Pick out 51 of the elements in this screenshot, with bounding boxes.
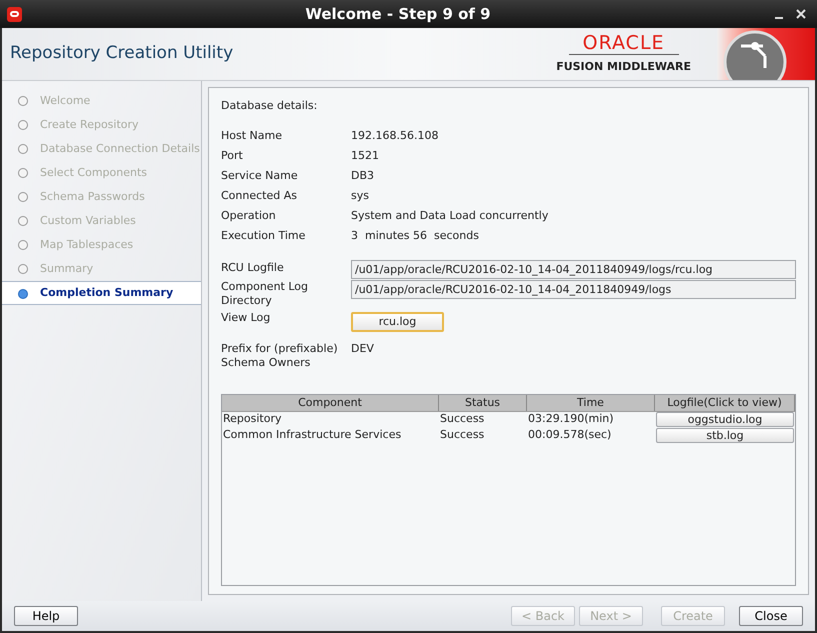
logfile-button[interactable]: stb.log	[656, 428, 794, 443]
field-label: RCU Logfile	[221, 260, 285, 276]
wizard-step[interactable]: Custom Variables	[2, 209, 201, 233]
detail-value: 192.168.56.108	[351, 128, 438, 144]
app-title: Repository Creation Utility	[9, 42, 234, 66]
table-cell-text: Repository	[222, 411, 282, 428]
close-icon[interactable]	[796, 9, 806, 19]
view-log-button[interactable]: rcu.log	[351, 312, 444, 332]
detail-label: Operation	[221, 208, 277, 224]
detail-label: Port	[221, 148, 244, 164]
detail-label: Service Name	[221, 168, 299, 184]
wizard-step[interactable]: Select Components	[2, 161, 201, 185]
table-cell-text: Common Infrastructure Services	[222, 427, 402, 444]
brand-subtitle: FUSION MIDDLEWARE	[556, 59, 691, 76]
section-heading: Database details:	[221, 98, 318, 114]
wizard-step[interactable]: Summary	[2, 257, 201, 281]
wizard-step[interactable]: Create Repository	[2, 113, 201, 137]
field-label: View Log	[221, 310, 272, 326]
table-cell-text: 03:29.190(min)	[527, 411, 615, 428]
field-label: Component Log Directory	[221, 280, 310, 308]
log-directory-field[interactable]: /u01/app/oracle/RCU2016-02-10_14-04_2011840949/logs	[351, 280, 796, 298]
window-title: Welcome - Step 9 of 9	[304, 4, 492, 25]
detail-label: Connected As	[221, 188, 298, 204]
wizard-emblem-icon	[723, 28, 787, 80]
table-cell-text: 00:09.578(sec)	[527, 427, 612, 444]
wizard-step[interactable]: Map Tablespaces	[2, 233, 201, 257]
field-label: Prefix for (prefixable) Schema Owners	[221, 342, 339, 370]
detail-value: 1521	[351, 148, 379, 164]
detail-label: Host Name	[221, 128, 283, 144]
wizard-step[interactable]: Completion Summary	[2, 281, 201, 305]
app-logo-icon	[7, 6, 22, 22]
brand-logo: ORACLE	[568, 32, 679, 56]
detail-value: DB3	[351, 168, 374, 184]
table-cell-text: Success	[439, 411, 486, 428]
table-cell-text: Success	[439, 427, 486, 444]
column-header: Component	[222, 394, 439, 410]
detail-value: System and Data Load concurrently	[351, 208, 548, 224]
logfile-button[interactable]: oggstudio.log	[656, 412, 794, 427]
column-header: Time	[527, 394, 655, 410]
detail-value: 3 minutes 56 seconds	[351, 228, 479, 244]
detail-value: DEV	[351, 342, 374, 356]
column-header: Status	[439, 394, 527, 410]
wizard-button[interactable]: Close	[739, 606, 803, 626]
wizard-step[interactable]: Welcome	[2, 89, 201, 113]
column-header: Logfile(Click to view)	[655, 394, 795, 410]
logfile-field[interactable]: /u01/app/oracle/RCU2016-02-10_14-04_2011840949/logs/rcu.log	[351, 260, 796, 278]
detail-label: Execution Time	[221, 228, 306, 244]
help-button[interactable]: Help	[14, 606, 78, 626]
wizard-step[interactable]: Schema Passwords	[2, 185, 201, 209]
detail-value: sys	[351, 188, 369, 204]
wizard-step[interactable]: Database Connection Details	[2, 137, 201, 161]
